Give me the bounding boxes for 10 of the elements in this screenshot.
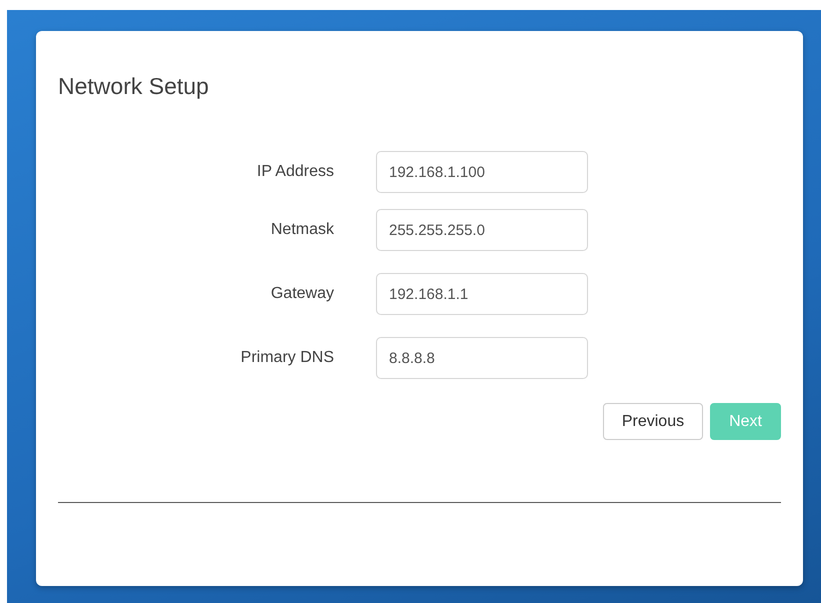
input-field[interactable]: 192.168.1.1 (376, 273, 588, 315)
input-field[interactable]: 255.255.255.0 (376, 209, 588, 251)
field-label: Gateway (270, 285, 334, 303)
field-label: IP Address (256, 163, 334, 181)
input-field[interactable]: 192.168.1.100 (376, 151, 588, 193)
wizard-button[interactable]: Previous (602, 403, 704, 440)
field-label: Netmask (270, 221, 334, 239)
dialog-title: Network Setup (58, 72, 210, 101)
input-field[interactable]: 8.8.8.8 (376, 337, 588, 379)
field-label: Primary DNS (240, 349, 334, 367)
